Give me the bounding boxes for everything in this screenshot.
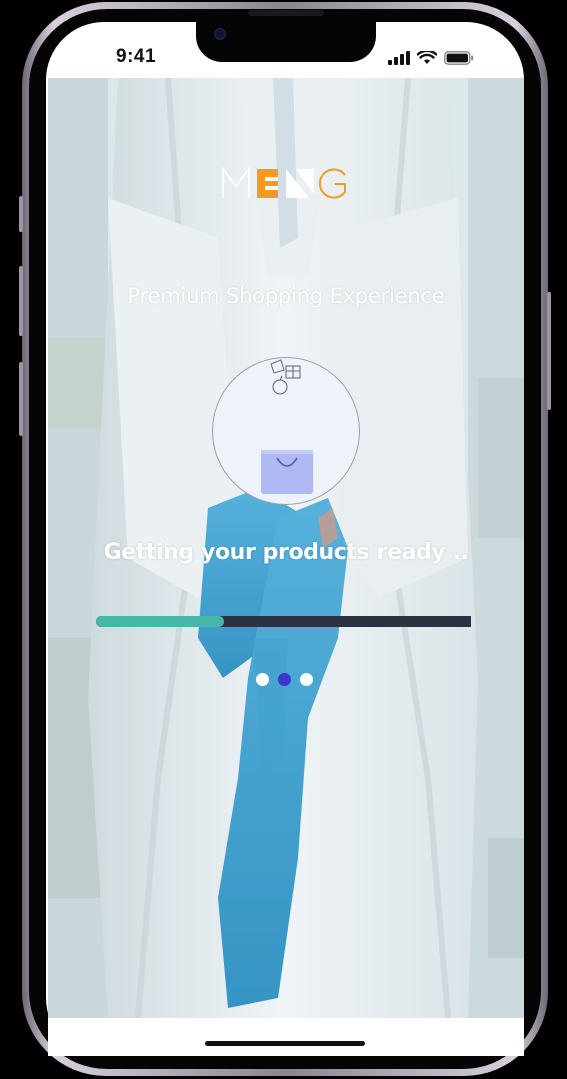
gift-icon <box>285 365 301 379</box>
loading-progress-bar <box>96 616 471 627</box>
front-camera <box>214 28 226 40</box>
volume-down-button <box>19 362 23 436</box>
wifi-icon <box>416 49 438 69</box>
brand-logo <box>221 166 349 200</box>
splash-illustration <box>212 357 360 505</box>
shopping-bag-icon <box>261 450 313 494</box>
notch <box>196 10 376 62</box>
page-indicator-dot <box>300 673 313 686</box>
home-indicator[interactable] <box>205 1041 365 1046</box>
page-indicator-dot <box>278 673 291 686</box>
loading-progress-fill <box>96 616 224 627</box>
status-icons <box>388 49 474 69</box>
tagline: Premium Shopping Experience <box>127 284 445 308</box>
mute-switch <box>19 196 23 232</box>
loading-message: Getting your products ready .. <box>103 540 469 565</box>
battery-icon <box>444 50 474 69</box>
page-indicator <box>256 673 313 686</box>
screen-bottom-area <box>48 1018 524 1056</box>
note-icon <box>270 359 285 374</box>
page-indicator-dot <box>256 673 269 686</box>
status-time: 9:41 <box>116 46 157 67</box>
cellular-signal-icon <box>388 50 410 69</box>
power-button <box>547 292 551 410</box>
earpiece <box>248 10 324 16</box>
volume-up-button <box>19 266 23 336</box>
apple-icon <box>272 375 288 395</box>
device-mockup: 9:41 Premium Shopping Experience Getting… <box>0 0 567 1079</box>
